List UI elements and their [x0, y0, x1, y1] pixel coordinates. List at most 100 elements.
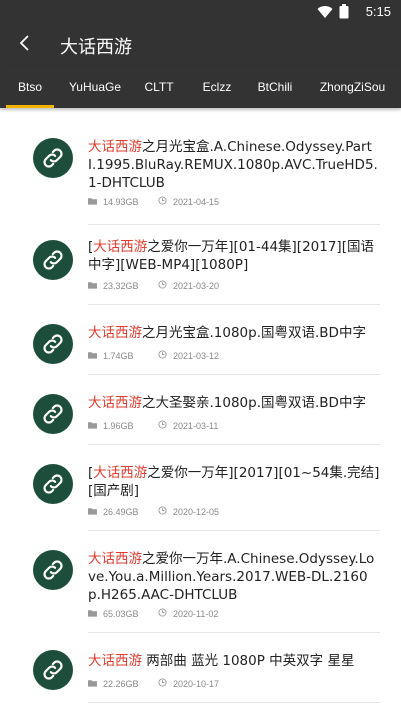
size-info: 1.96GB: [88, 421, 158, 431]
tab-btso[interactable]: Btso: [0, 66, 60, 108]
status-icons: [317, 4, 349, 23]
date-info: 2021-04-15: [158, 196, 219, 207]
tab-label: Eclzz: [202, 80, 232, 94]
back-button[interactable]: [12, 32, 38, 58]
size-info: 14.93GB: [88, 197, 158, 207]
size-info: 65.03GB: [88, 609, 158, 619]
title-rest: 之月光宝盒.1080p.国粤双语.BD中字: [142, 325, 366, 341]
source-tabs: Btso YuHuaGe CLTT Eclzz BtChili ZhongZiSou: [0, 66, 401, 108]
result-title: 大话西游之月光宝盒.A.Chinese.Odyssey.PartI.1995.B…: [88, 138, 380, 192]
clock-icon: [158, 420, 167, 431]
result-meta: 26.49GB 2020-12-05: [88, 506, 219, 517]
file-size: 26.49GB: [103, 506, 139, 517]
tab-label: CLTT: [144, 80, 174, 94]
title-keyword-highlight: 大话西游: [88, 139, 142, 155]
title-keyword-highlight: 大话西游: [88, 653, 142, 669]
tab-cltt[interactable]: CLTT: [130, 66, 188, 108]
app-bar: 大话西游: [0, 24, 401, 66]
file-size: 22.26GB: [103, 678, 139, 689]
tab-label: YuHuaGe: [68, 80, 122, 94]
result-title: 大话西游之大圣娶亲.1080p.国粤双语.BD中字: [88, 394, 380, 412]
tab-btchili[interactable]: BtChili: [246, 66, 304, 108]
clock-icon: [158, 506, 167, 517]
upload-date: 2021-03-20: [173, 280, 220, 291]
title-keyword-highlight: 大话西游: [93, 239, 148, 255]
divider: [88, 632, 380, 633]
date-info: 2020-10-17: [158, 678, 219, 689]
size-info: 23.32GB: [88, 281, 158, 291]
folder-icon: [88, 679, 97, 689]
upload-date: 2021-03-12: [173, 350, 220, 361]
upload-date: 2020-11-02: [173, 608, 219, 619]
result-meta: 1.96GB 2021-03-11: [88, 420, 218, 431]
upload-date: 2021-04-15: [173, 196, 220, 207]
date-info: 2020-11-02: [158, 608, 218, 619]
result-meta: 14.93GB 2021-04-15: [88, 196, 219, 207]
tab-label: ZhongZiSou: [319, 80, 386, 94]
title-rest: 两部曲 蓝光 1080P 中英双字 星星: [142, 653, 355, 669]
title-keyword-highlight: 大话西游: [93, 465, 148, 481]
result-title: [大话西游之爱你一万年][2017][01~54集.完结][国产剧]: [88, 464, 380, 500]
folder-icon: [88, 609, 97, 619]
title-keyword-highlight: 大话西游: [88, 395, 142, 411]
result-meta: 22.26GB 2020-10-17: [88, 678, 219, 689]
clock-icon: [158, 280, 167, 291]
date-info: 2021-03-12: [158, 350, 219, 361]
magnet-link-icon: [33, 550, 73, 590]
title-keyword-highlight: 大话西游: [88, 325, 142, 341]
clock-icon: [158, 350, 167, 361]
date-info: 2020-12-05: [158, 506, 219, 517]
file-size: 23.32GB: [103, 280, 139, 291]
divider: [88, 304, 380, 305]
divider: [88, 702, 380, 703]
divider: [88, 444, 380, 445]
result-title: [大话西游之爱你一万年][01-44集][2017][国语中字][WEB-MP4…: [88, 238, 380, 274]
result-title: 大话西游之月光宝盒.1080p.国粤双语.BD中字: [88, 324, 380, 342]
upload-date: 2020-10-17: [173, 678, 220, 689]
status-time: 5:15: [365, 4, 391, 19]
tab-label: Btso: [17, 80, 42, 94]
date-info: 2021-03-11: [158, 420, 218, 431]
size-info: 26.49GB: [88, 507, 158, 517]
magnet-link-icon: [33, 138, 73, 178]
folder-icon: [88, 197, 97, 207]
title-keyword-highlight: 大话西游: [88, 551, 142, 567]
magnet-link-icon: [33, 650, 73, 690]
clock-icon: [158, 678, 167, 689]
divider: [88, 224, 380, 225]
magnet-link-icon: [33, 394, 73, 434]
page-title: 大话西游: [60, 37, 132, 58]
magnet-link-icon: [33, 324, 73, 364]
battery-icon: [339, 4, 349, 23]
title-rest: 之大圣娶亲.1080p.国粤双语.BD中字: [142, 395, 366, 411]
file-size: 65.03GB: [103, 608, 139, 619]
tab-yuhuage[interactable]: YuHuaGe: [60, 66, 130, 108]
status-bar: 5:15: [0, 0, 401, 24]
magnet-link-icon: [33, 240, 73, 280]
divider: [88, 530, 380, 531]
folder-icon: [88, 351, 97, 361]
result-meta: 23.32GB 2021-03-20: [88, 280, 219, 291]
size-info: 22.26GB: [88, 679, 158, 689]
back-arrow-icon: [18, 34, 32, 56]
file-size: 14.93GB: [103, 196, 139, 207]
upload-date: 2021-03-11: [173, 420, 219, 431]
clock-icon: [158, 196, 167, 207]
tab-eclzz[interactable]: Eclzz: [188, 66, 246, 108]
tab-label: BtChili: [257, 80, 293, 94]
folder-icon: [88, 507, 97, 517]
wifi-icon: [317, 4, 333, 23]
result-meta: 1.74GB 2021-03-12: [88, 350, 219, 361]
date-info: 2021-03-20: [158, 280, 219, 291]
magnet-link-icon: [33, 464, 73, 504]
tab-zhongzisou[interactable]: ZhongZiSou: [304, 66, 401, 108]
folder-icon: [88, 421, 97, 431]
clock-icon: [158, 608, 167, 619]
folder-icon: [88, 281, 97, 291]
divider: [88, 374, 380, 375]
upload-date: 2020-12-05: [173, 506, 220, 517]
size-info: 1.74GB: [88, 351, 158, 361]
result-title: 大话西游 两部曲 蓝光 1080P 中英双字 星星: [88, 652, 380, 670]
result-title: 大话西游之爱你一万年.A.Chinese.Odyssey.Love.You.a.…: [88, 550, 380, 604]
file-size: 1.74GB: [103, 350, 134, 361]
